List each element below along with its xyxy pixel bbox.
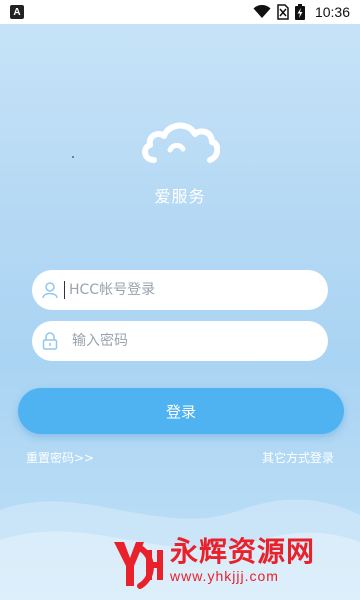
- yh-logo: [114, 542, 163, 589]
- user-icon: [40, 280, 60, 300]
- status-bar: A 10:36: [0, 0, 360, 24]
- lock-icon: [40, 331, 60, 351]
- reset-password-link[interactable]: 重置密码>>: [26, 449, 94, 466]
- watermark-text: 永辉资源网 www.yhkjjj.com: [170, 535, 316, 585]
- password-field[interactable]: [32, 321, 328, 361]
- watermark-url: www.yhkjjj.com: [170, 568, 279, 584]
- account-input[interactable]: [69, 270, 328, 310]
- other-login-link[interactable]: 其它方式登录: [262, 449, 334, 466]
- status-bar-left: A: [10, 5, 24, 19]
- login-button[interactable]: 登录: [18, 388, 344, 434]
- no-sim-icon: [277, 4, 289, 20]
- status-bar-right: 10:36: [253, 4, 350, 20]
- app-title: 爱服务: [154, 187, 206, 206]
- decorative-dot: [72, 156, 74, 158]
- a-notification-icon: A: [10, 5, 24, 19]
- watermark: 永辉资源网 www.yhkjjj.com: [110, 536, 315, 592]
- battery-charging-icon: [294, 4, 305, 20]
- cloud-icon: [142, 122, 220, 163]
- status-time: 10:36: [314, 4, 350, 20]
- account-field[interactable]: [32, 270, 328, 310]
- text-caret: [64, 281, 65, 299]
- watermark-name: 永辉资源网: [170, 535, 316, 568]
- password-input[interactable]: [72, 321, 328, 361]
- wifi-icon: [253, 5, 271, 18]
